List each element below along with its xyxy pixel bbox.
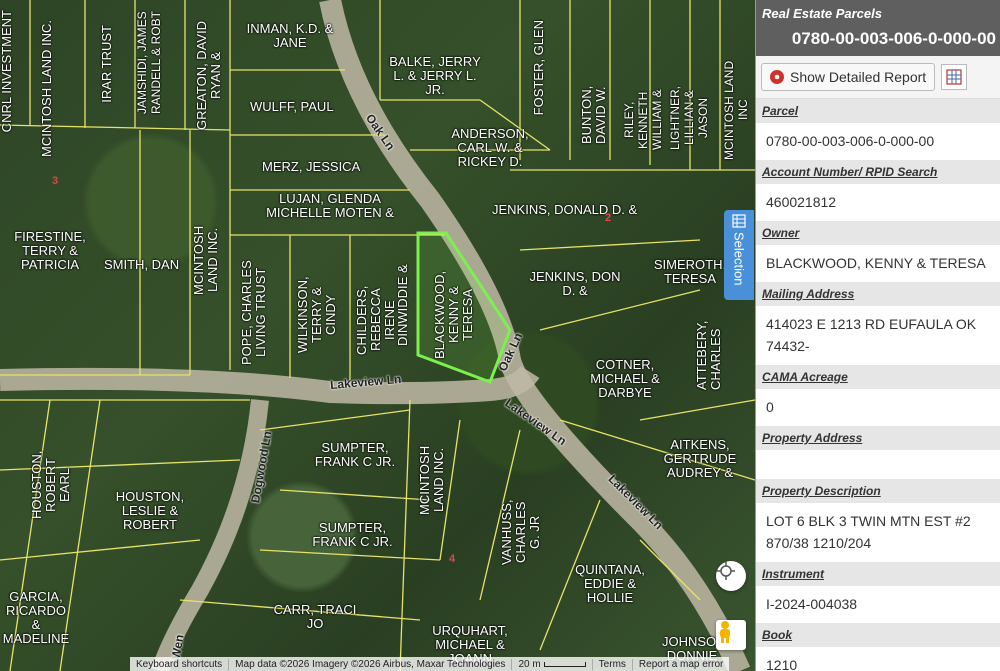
print-report-button[interactable] <box>941 64 968 90</box>
parcel-id-title: 0780-00-003-006-0-000-00 <box>791 29 996 48</box>
map-attribution: Keyboard shortcuts Map data ©2026 Imager… <box>130 657 730 671</box>
panel-header: Real Estate Parcels 0780-00-003-006-0-00… <box>756 0 1000 56</box>
field-value-account-number: 460021812 <box>766 194 837 210</box>
scale-text: 20 m <box>518 658 541 670</box>
parcel-label: POPE, CHARLES LIVING TRUST <box>239 260 268 365</box>
parcel-label: SIMEROTH, TERESA <box>653 257 727 286</box>
field-value-cama-acreage: 0 <box>766 399 774 415</box>
parcel-label: LUJAN, GLENDA MICHELLE MOTEN & <box>266 191 394 220</box>
recenter-button[interactable] <box>716 561 746 591</box>
field-label-parcel: Parcel <box>756 99 1000 123</box>
selection-tab-label: Selection <box>731 232 747 286</box>
show-detailed-report-button[interactable]: Show Detailed Report <box>761 63 936 91</box>
parcel-label: JENKINS, DONALD D. & <box>492 202 638 217</box>
street-view-button[interactable] <box>716 620 746 650</box>
parcel-label: BUNTON, DAVID W. <box>579 85 608 145</box>
block-number: 3 <box>52 175 59 187</box>
parcel-label: ANDERSON, CARL W. & RICKEY D. <box>451 126 529 169</box>
parcel-label: LIGHTNER, LILLIAN & JASON <box>668 85 710 150</box>
field-value-parcel: 0780-00-003-006-0-000-00 <box>766 133 935 149</box>
parcel-label: DINWIDDIE & <box>395 264 410 346</box>
field-label-property-description: Property Description <box>756 479 1000 503</box>
field-label-account-number[interactable]: Account Number/ RPID Search <box>756 160 1000 184</box>
parcel-label: JENKINS, DON D. & <box>529 269 621 298</box>
parcel-label: CARR, TRACI JO <box>273 602 357 631</box>
parcel-label: CHILDERS, REBECCA IRENE <box>354 285 397 355</box>
parcel-label: WULFF, PAUL <box>250 99 334 114</box>
field-label-owner: Owner <box>756 221 1000 245</box>
grid-report-icon <box>946 69 962 85</box>
field-label-property-address: Property Address <box>756 426 1000 450</box>
parcel-label: SUMPTER, FRANK C JR. <box>314 440 396 469</box>
table-icon <box>732 214 746 228</box>
parcel-label: INMAN, K.D. & JANE <box>246 21 334 50</box>
field-value-property-description: LOT 6 BLK 3 TWIN MTN EST #2 870/38 1210/… <box>766 513 971 551</box>
field-label-instrument: Instrument <box>756 562 1000 586</box>
block-number: 4 <box>449 553 456 565</box>
parcel-label-selected: BLACKWOOD, KENNY & TERESA <box>432 270 475 360</box>
scale-bar-icon <box>543 661 586 667</box>
parcel-label: AITKENS, GERTRUDE AUDREY & <box>663 437 737 480</box>
field-label-mailing-address: Mailing Address <box>756 282 1000 306</box>
parcel-label: GARCIA, RICARDO & MADELINE <box>2 589 70 646</box>
pegman-icon <box>720 621 730 643</box>
parcel-label: MERZ, JESSICA <box>262 159 361 174</box>
parcel-label: MCINTOSH LAND INC <box>722 60 750 160</box>
field-list: Parcel 0780-00-003-006-0-000-00 Account … <box>756 99 1000 671</box>
parcel-label: WILKINSON, TERRY & CINDY <box>295 276 338 354</box>
parcel-label: GREATON, DAVID RYAN & <box>194 20 223 130</box>
crosshair-icon <box>717 562 735 580</box>
parcel-label: CNRL INVESTMENT <box>0 10 14 133</box>
parcel-label: RILEY, KENNETH WILLIAM & <box>622 89 664 151</box>
panel-toolbar: Show Detailed Report <box>756 56 1000 99</box>
field-value-owner: BLACKWOOD, KENNY & TERESA <box>766 255 986 271</box>
app-title: Real Estate Parcels <box>762 6 882 21</box>
report-icon <box>770 70 784 84</box>
keyboard-shortcuts-link[interactable]: Keyboard shortcuts <box>130 659 228 670</box>
field-label-cama-acreage: CAMA Acreage <box>756 365 1000 389</box>
parcel-label: BALKE, JERRY L. & JERRY L. JR. <box>389 54 481 97</box>
parcel-label: SMITH, DAN <box>104 257 180 272</box>
report-map-error-link[interactable]: Report a map error <box>631 658 729 670</box>
terms-link[interactable]: Terms <box>591 658 632 670</box>
field-value-book: 1210 <box>766 657 798 671</box>
parcel-label: VANHUSS, CHARLES G. JR <box>499 499 542 566</box>
block-number: 2 <box>605 212 612 224</box>
field-value-mailing-address: 414023 E 1213 RD EUFAULA OK 74432- <box>766 316 977 354</box>
parcel-info-panel: Real Estate Parcels 0780-00-003-006-0-00… <box>755 0 1000 671</box>
parcel-label: HOUSTON, ROBERT EARL <box>29 450 72 520</box>
report-button-label: Show Detailed Report <box>790 69 927 85</box>
field-value-instrument: I-2024-004038 <box>766 596 858 612</box>
parcel-label: ATTEBERY, CHARLES <box>694 320 723 390</box>
scale-indicator[interactable]: 20 m <box>511 658 591 670</box>
field-label-book: Book <box>756 623 1000 647</box>
parcel-label: FOSTER, GLEN <box>531 20 546 116</box>
parcel-label: IRAR TRUST <box>99 25 114 103</box>
map-data-credit: Map data ©2026 Imagery ©2026 Airbus, Max… <box>228 658 511 670</box>
parcel-label: JAMSHIDI, JAMES RANDELL & ROBT <box>135 11 163 114</box>
parcel-label: MCINTOSH LAND INC. <box>39 20 54 157</box>
parcel-label: FIRESTINE, TERRY & PATRICIA <box>14 229 86 272</box>
parcel-label: HOUSTON, LESLIE & ROBERT <box>115 489 185 532</box>
selection-tab[interactable]: Selection <box>724 210 754 300</box>
parcel-label: COTNER, MICHAEL & DARBYE <box>590 357 660 400</box>
field-value-property-address <box>756 450 1000 479</box>
parcel-label: SUMPTER, FRANK C JR. <box>312 520 393 549</box>
map-view[interactable]: CNRL INVESTMENT MCINTOSH LAND INC. IRAR … <box>0 0 755 671</box>
parcel-label: MCINTOSH LAND INC. <box>191 225 220 295</box>
parcel-label: QUINTANA, EDDIE & HOLLIE <box>575 562 645 605</box>
parcel-label: MCINTOSH LAND INC. <box>417 445 446 515</box>
